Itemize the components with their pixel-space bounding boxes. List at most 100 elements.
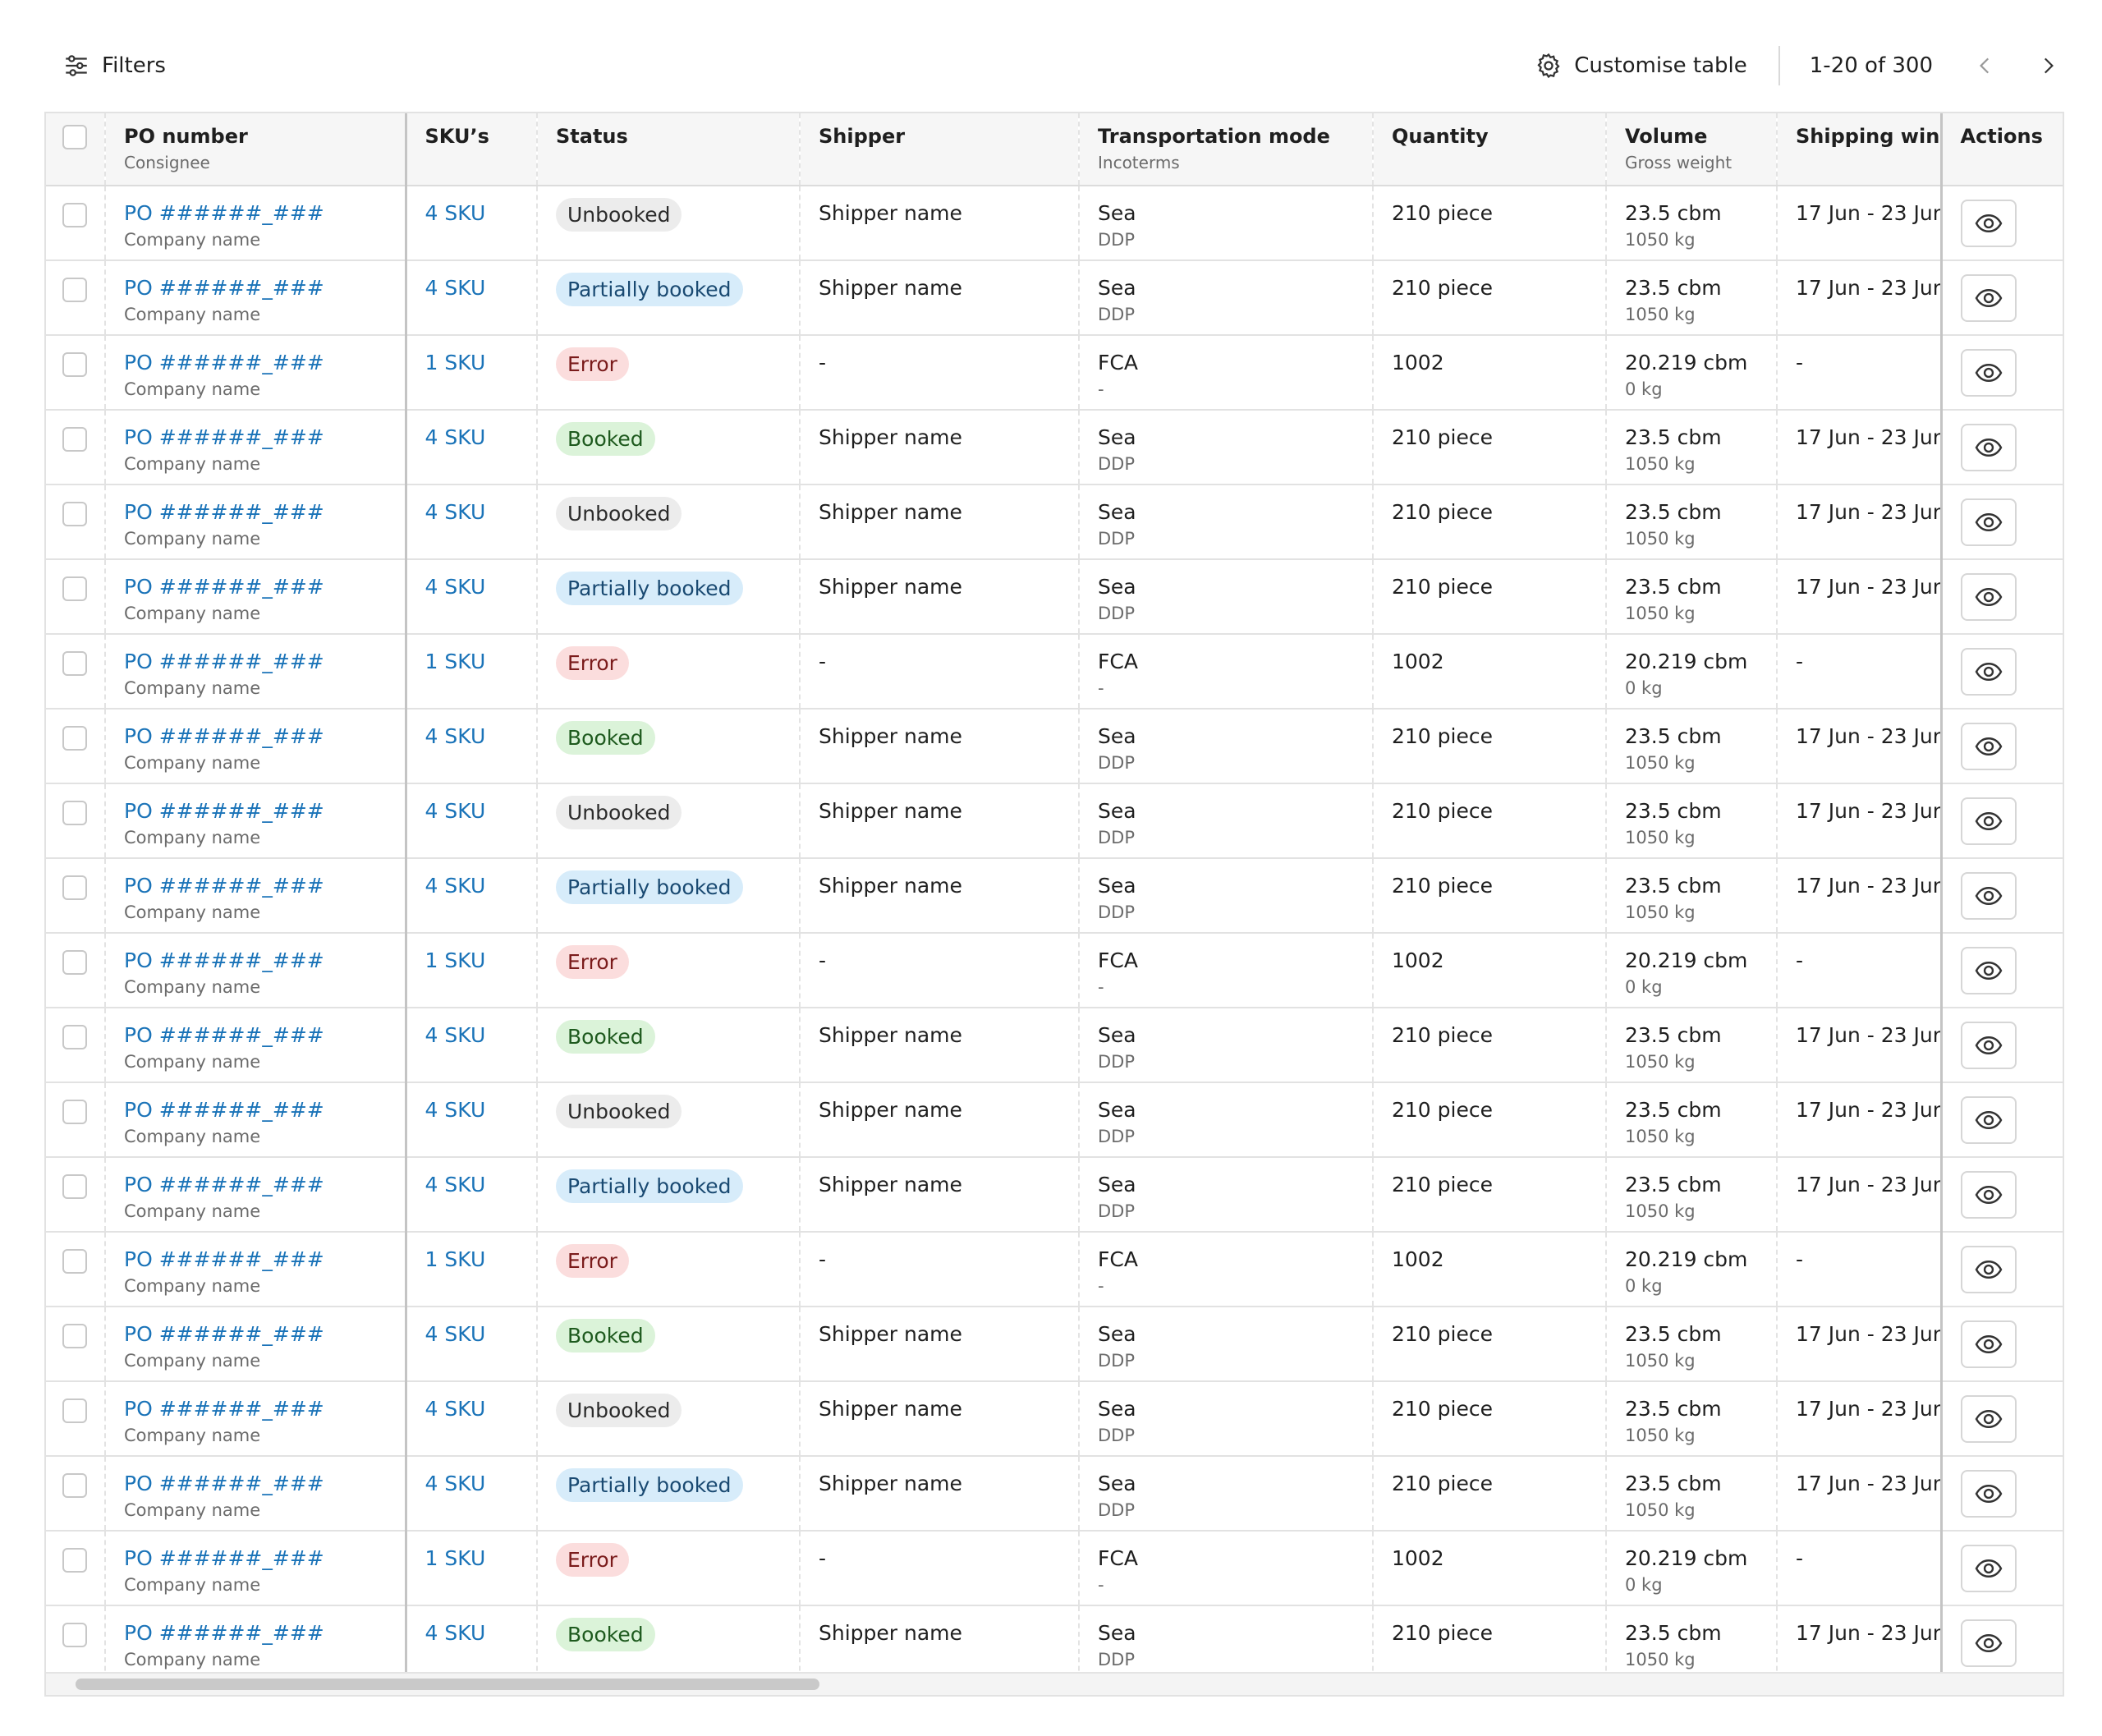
horizontal-scrollbar[interactable] xyxy=(46,1672,2063,1695)
po-number-link[interactable]: PO ######_### xyxy=(124,1397,405,1421)
header-shipping-window[interactable]: Shipping wind xyxy=(1777,113,1941,186)
view-button[interactable] xyxy=(1960,1395,2017,1443)
po-number-link[interactable]: PO ######_### xyxy=(124,425,405,449)
sku-count-link[interactable]: 4 SKU xyxy=(425,425,486,449)
select-all-checkbox[interactable] xyxy=(62,125,87,149)
filters-button[interactable]: Filters xyxy=(62,48,166,84)
view-button[interactable] xyxy=(1960,797,2017,845)
row-checkbox[interactable] xyxy=(62,502,87,526)
sku-count-link[interactable]: 4 SKU xyxy=(425,201,486,225)
header-status[interactable]: Status xyxy=(537,113,801,186)
view-button[interactable] xyxy=(1960,1545,2017,1592)
row-checkbox[interactable] xyxy=(62,576,87,601)
row-checkbox[interactable] xyxy=(62,1324,87,1348)
volume-cell: 20.219 cbm 0 kg xyxy=(1606,335,1778,411)
header-volume[interactable]: Volume Gross weight xyxy=(1606,113,1778,186)
view-button[interactable] xyxy=(1960,947,2017,994)
po-number-link[interactable]: PO ######_### xyxy=(124,1472,405,1495)
sku-count-link[interactable]: 4 SKU xyxy=(425,1397,486,1421)
next-page-button[interactable] xyxy=(2031,49,2064,82)
view-button[interactable] xyxy=(1960,349,2017,397)
row-checkbox[interactable] xyxy=(62,801,87,825)
view-button[interactable] xyxy=(1960,723,2017,770)
view-button[interactable] xyxy=(1960,200,2017,247)
po-number-link[interactable]: PO ######_### xyxy=(124,1023,405,1047)
po-number-link[interactable]: PO ######_### xyxy=(124,874,405,898)
view-button[interactable] xyxy=(1960,1619,2017,1667)
po-number-link[interactable]: PO ######_### xyxy=(124,799,405,823)
view-button[interactable] xyxy=(1960,498,2017,546)
sku-count-link[interactable]: 4 SKU xyxy=(425,1173,486,1196)
row-checkbox[interactable] xyxy=(62,203,87,227)
po-number-link[interactable]: PO ######_### xyxy=(124,1322,405,1346)
row-checkbox[interactable] xyxy=(62,875,87,900)
sku-count-link[interactable]: 4 SKU xyxy=(425,276,486,300)
sku-count-link[interactable]: 1 SKU xyxy=(425,351,486,374)
view-button[interactable] xyxy=(1960,1171,2017,1219)
row-checkbox[interactable] xyxy=(62,1548,87,1573)
chevron-left-icon xyxy=(1980,57,1990,74)
header-transportation-mode[interactable]: Transportation mode Incoterms xyxy=(1079,113,1374,186)
header-quantity[interactable]: Quantity xyxy=(1373,113,1607,186)
row-checkbox[interactable] xyxy=(62,1025,87,1049)
po-number-link[interactable]: PO ######_### xyxy=(124,650,405,673)
sku-count-link[interactable]: 4 SKU xyxy=(425,874,486,898)
view-button[interactable] xyxy=(1960,424,2017,471)
sku-count-link[interactable]: 4 SKU xyxy=(425,500,486,524)
view-button[interactable] xyxy=(1960,872,2017,920)
view-button[interactable] xyxy=(1960,1096,2017,1144)
po-number-link[interactable]: PO ######_### xyxy=(124,201,405,225)
view-button[interactable] xyxy=(1960,1246,2017,1293)
row-checkbox[interactable] xyxy=(62,427,87,452)
header-po-number[interactable]: PO number Consignee xyxy=(105,113,407,186)
po-number-link[interactable]: PO ######_### xyxy=(124,1621,405,1645)
sku-count-link[interactable]: 4 SKU xyxy=(425,1098,486,1122)
po-number-link[interactable]: PO ######_### xyxy=(124,948,405,972)
row-checkbox[interactable] xyxy=(62,1623,87,1647)
previous-page-button[interactable] xyxy=(1969,49,2002,82)
shipper-cell: Shipper name xyxy=(800,485,1080,560)
sku-count-link[interactable]: 4 SKU xyxy=(425,1621,486,1645)
po-number-link[interactable]: PO ######_### xyxy=(124,500,405,524)
po-number-link[interactable]: PO ######_### xyxy=(124,351,405,374)
row-checkbox[interactable] xyxy=(62,1174,87,1199)
sku-count-link[interactable]: 4 SKU xyxy=(425,575,486,599)
sku-count-link[interactable]: 1 SKU xyxy=(425,1546,486,1570)
shipping-window-text: 17 Jun - 23 Jun xyxy=(1796,874,1941,898)
row-checkbox[interactable] xyxy=(62,1100,87,1124)
sku-count-link[interactable]: 4 SKU xyxy=(425,1023,486,1047)
row-checkbox[interactable] xyxy=(62,352,87,377)
sku-count-link[interactable]: 4 SKU xyxy=(425,799,486,823)
scrollbar-thumb[interactable] xyxy=(76,1679,819,1690)
shipping-window-text: 17 Jun - 23 Jun xyxy=(1796,201,1941,225)
row-checkbox[interactable] xyxy=(62,726,87,751)
header-skus[interactable]: SKU’s xyxy=(406,113,538,186)
po-number-link[interactable]: PO ######_### xyxy=(124,1173,405,1196)
po-number-link[interactable]: PO ######_### xyxy=(124,575,405,599)
view-button[interactable] xyxy=(1960,1022,2017,1069)
po-number-link[interactable]: PO ######_### xyxy=(124,1098,405,1122)
view-button[interactable] xyxy=(1960,573,2017,621)
row-checkbox[interactable] xyxy=(62,1398,87,1423)
sku-count-link[interactable]: 4 SKU xyxy=(425,724,486,748)
customise-table-button[interactable]: Customise table xyxy=(1535,52,1747,80)
sku-count-link[interactable]: 1 SKU xyxy=(425,1247,486,1271)
header-shipper[interactable]: Shipper xyxy=(800,113,1080,186)
view-button[interactable] xyxy=(1960,1320,2017,1368)
row-checkbox[interactable] xyxy=(62,950,87,975)
po-number-link[interactable]: PO ######_### xyxy=(124,276,405,300)
row-checkbox[interactable] xyxy=(62,651,87,676)
po-number-link[interactable]: PO ######_### xyxy=(124,1247,405,1271)
sku-count-link[interactable]: 1 SKU xyxy=(425,948,486,972)
row-checkbox[interactable] xyxy=(62,1473,87,1498)
view-button[interactable] xyxy=(1960,274,2017,322)
row-checkbox[interactable] xyxy=(62,278,87,302)
sku-count-link[interactable]: 4 SKU xyxy=(425,1322,486,1346)
sku-count-link[interactable]: 4 SKU xyxy=(425,1472,486,1495)
po-number-link[interactable]: PO ######_### xyxy=(124,724,405,748)
view-button[interactable] xyxy=(1960,648,2017,696)
po-number-link[interactable]: PO ######_### xyxy=(124,1546,405,1570)
sku-count-link[interactable]: 1 SKU xyxy=(425,650,486,673)
row-checkbox[interactable] xyxy=(62,1249,87,1274)
view-button[interactable] xyxy=(1960,1470,2017,1518)
